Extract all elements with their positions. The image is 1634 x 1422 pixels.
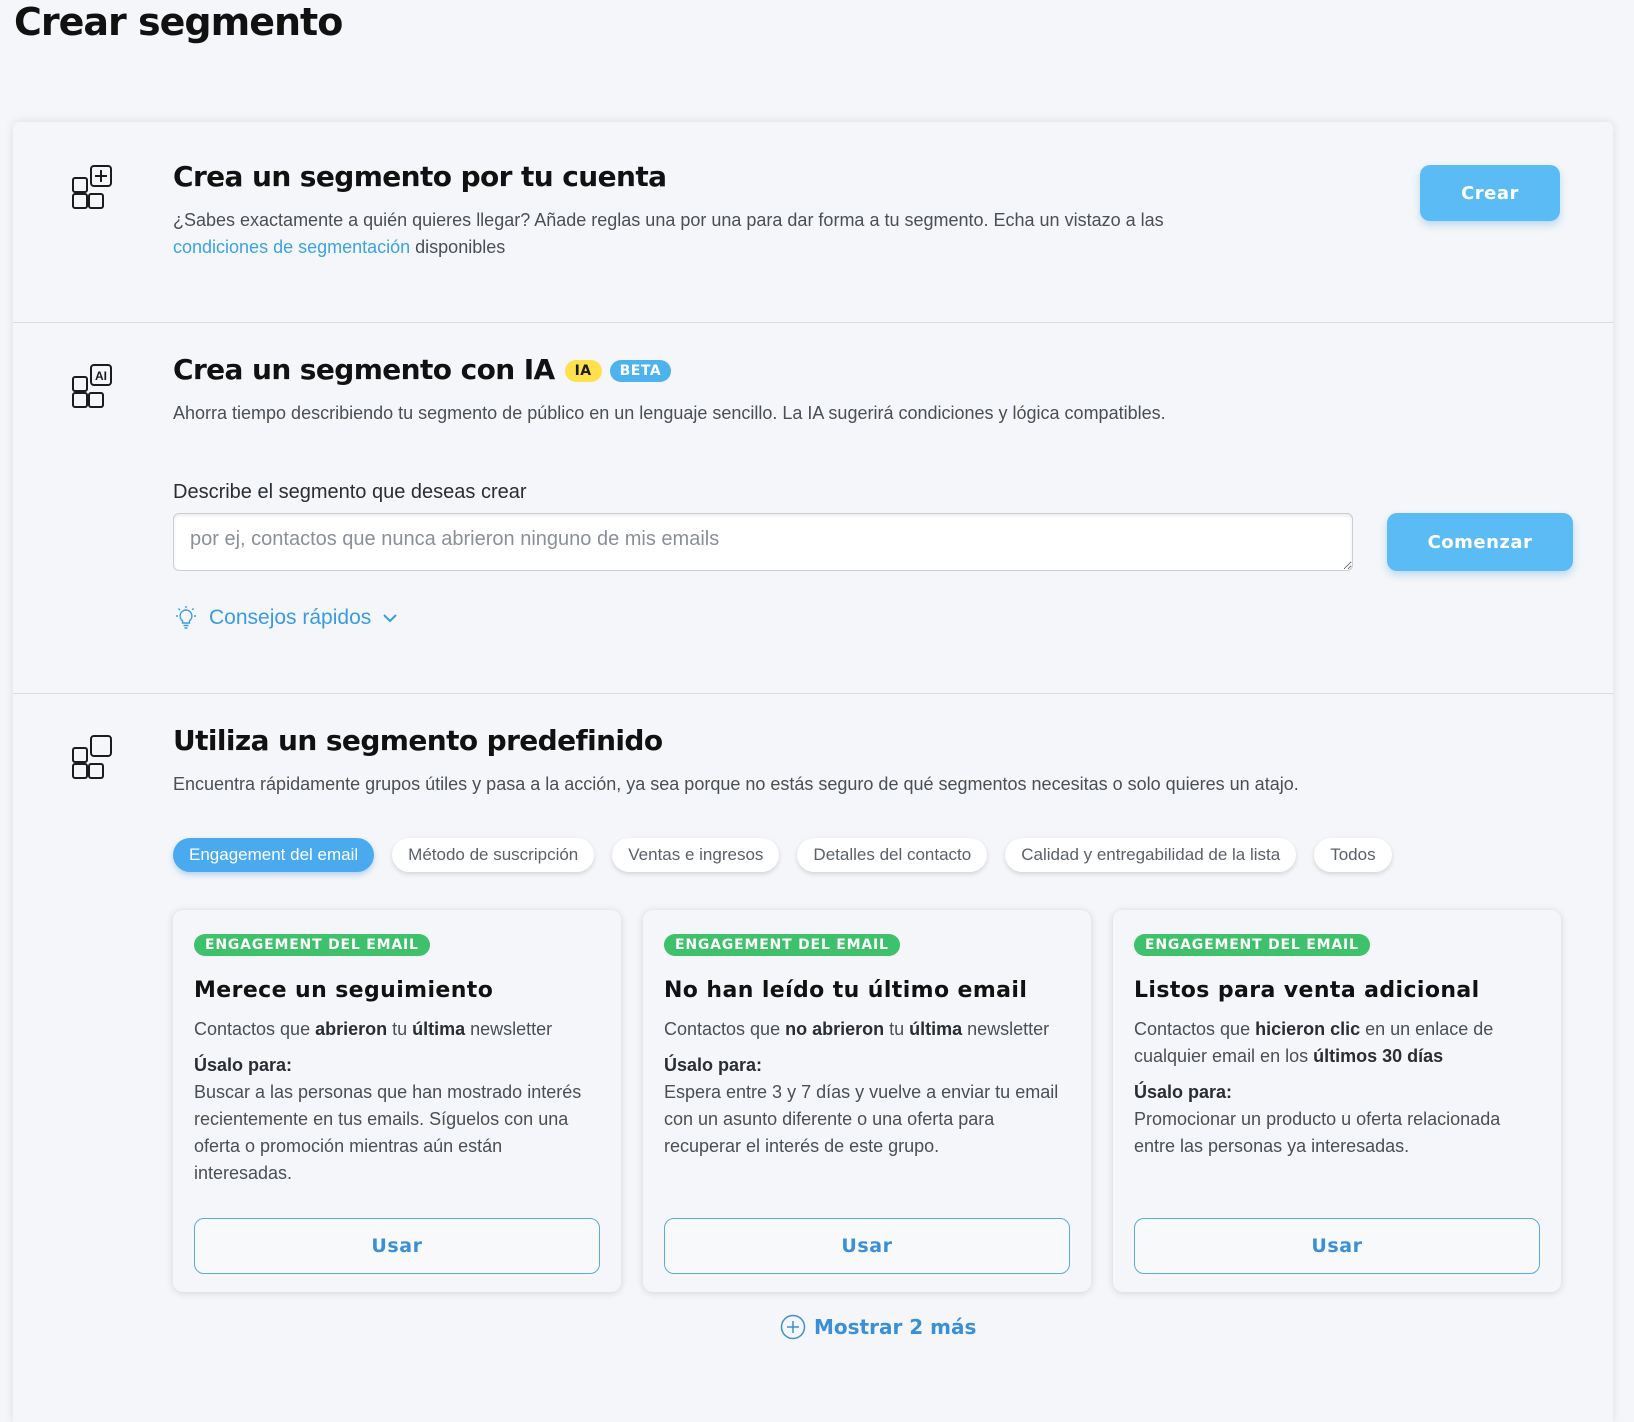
segment-cards: ENGAGEMENT DEL EMAIL Merece un seguimien… [173,910,1561,1292]
segmentation-conditions-link[interactable]: condiciones de segmentación [173,237,410,257]
card-use-label: Úsalo para: [1134,1082,1233,1102]
card-category-badge: ENGAGEMENT DEL EMAIL [194,934,430,956]
page-title: Crear segmento [14,0,343,44]
custom-segment-section: Crea un segmento por tu cuenta ¿Sabes ex… [13,122,1613,323]
custom-segment-description: ¿Sabes exactamente a quién quieres llega… [173,207,1253,261]
card-use-label: Úsalo para: [664,1055,763,1075]
ai-field-label: Describe el segmento que deseas crear [173,481,527,503]
tab-all[interactable]: Todos [1314,838,1392,872]
ai-segment-title-text: Crea un segmento con IA [173,353,555,386]
tab-subscription-method[interactable]: Método de suscripción [392,838,595,872]
segment-options-panel: Crea un segmento por tu cuenta ¿Sabes ex… [13,122,1613,1422]
svg-text:AI: AI [95,369,107,383]
quick-tips-label: Consejos rápidos [209,606,372,629]
show-more-button[interactable]: Mostrar 2 más [780,1314,976,1340]
use-button[interactable]: Usar [194,1218,600,1274]
use-button[interactable]: Usar [1134,1218,1540,1274]
summary-emphasis: últimos 30 días [1313,1046,1444,1066]
summary-text: tu [884,1019,910,1039]
summary-text: tu [387,1019,413,1039]
summary-text: newsletter [465,1019,553,1039]
ai-segment-section: AI Crea un segmento con IA IA BETA Ahorra … [13,323,1613,694]
ai-segment-description: Ahorra tiempo describiendo tu segmento d… [173,403,1166,423]
summary-emphasis: última [909,1019,963,1039]
card-title: Listos para venta adicional [1134,978,1480,1003]
card-body: Contactos que abrieron tu última newslet… [194,1016,604,1187]
predefined-segment-title: Utiliza un segmento predefinido [173,724,663,757]
segment-card: ENGAGEMENT DEL EMAIL Merece un seguimien… [173,910,621,1292]
predefined-segment-section: Utiliza un segmento predefinido Encuentr… [13,694,1613,1422]
card-category-badge: ENGAGEMENT DEL EMAIL [1134,934,1370,956]
ai-description-input[interactable] [173,513,1353,571]
custom-desc-suffix: disponibles [410,237,506,257]
ai-segment-title: Crea un segmento con IA IA BETA [173,353,672,386]
custom-desc-text: ¿Sabes exactamente a quién quieres llega… [173,210,1164,230]
beta-badge: BETA [609,360,672,382]
ia-badge: IA [564,360,602,382]
summary-text: Contactos que [1134,1019,1256,1039]
start-button[interactable]: Comenzar [1387,513,1573,571]
custom-segment-title: Crea un segmento por tu cuenta [173,160,667,193]
grid-plus-icon [72,165,112,209]
summary-text: Contactos que [664,1019,786,1039]
card-summary: Contactos que abrieron tu última newslet… [194,1016,604,1043]
card-use-label: Úsalo para: [194,1055,293,1075]
tab-email-engagement[interactable]: Engagement del email [173,838,375,872]
summary-text: Contactos que [194,1019,316,1039]
lightbulb-icon [176,606,196,629]
use-button[interactable]: Usar [664,1218,1070,1274]
grid-ai-icon: AI [72,364,112,408]
chevron-down-icon [383,614,397,623]
show-more-label: Mostrar 2 más [814,1315,977,1339]
card-body: Contactos que hicieron clic en un enlace… [1134,1016,1544,1160]
create-button[interactable]: Crear [1420,165,1560,221]
segment-card: ENGAGEMENT DEL EMAIL No han leído tu últ… [643,910,1091,1292]
card-title: No han leído tu último email [664,978,1028,1003]
card-summary: Contactos que no abrieron tu última news… [664,1016,1074,1043]
tab-sales-revenue[interactable]: Ventas e ingresos [612,838,780,872]
grid-squares-icon [72,735,112,779]
card-use-text: Espera entre 3 y 7 días y vuelve a envia… [664,1082,1059,1156]
card-title: Merece un seguimiento [194,978,494,1003]
summary-emphasis: abrieron [315,1019,388,1039]
summary-emphasis: no abrieron [785,1019,885,1039]
predefined-segment-description: Encuentra rápidamente grupos útiles y pa… [173,774,1299,794]
segment-card: ENGAGEMENT DEL EMAIL Listos para venta a… [1113,910,1561,1292]
card-category-badge: ENGAGEMENT DEL EMAIL [664,934,900,956]
card-summary: Contactos que hicieron clic en un enlace… [1134,1016,1544,1070]
plus-circle-icon [780,1314,806,1340]
tab-contact-details[interactable]: Detalles del contacto [797,838,988,872]
card-body: Contactos que no abrieron tu última news… [664,1016,1074,1160]
quick-tips-toggle[interactable]: Consejos rápidos [173,605,401,631]
summary-emphasis: última [412,1019,466,1039]
tab-list-quality[interactable]: Calidad y entregabilidad de la lista [1005,838,1297,872]
card-use-text: Promocionar un producto u oferta relacio… [1134,1109,1501,1156]
summary-emphasis: hicieron clic [1255,1019,1361,1039]
card-use-text: Buscar a las personas que han mostrado i… [194,1082,582,1183]
summary-text: newsletter [962,1019,1050,1039]
category-tabs: Engagement del email Método de suscripci… [173,838,1392,872]
